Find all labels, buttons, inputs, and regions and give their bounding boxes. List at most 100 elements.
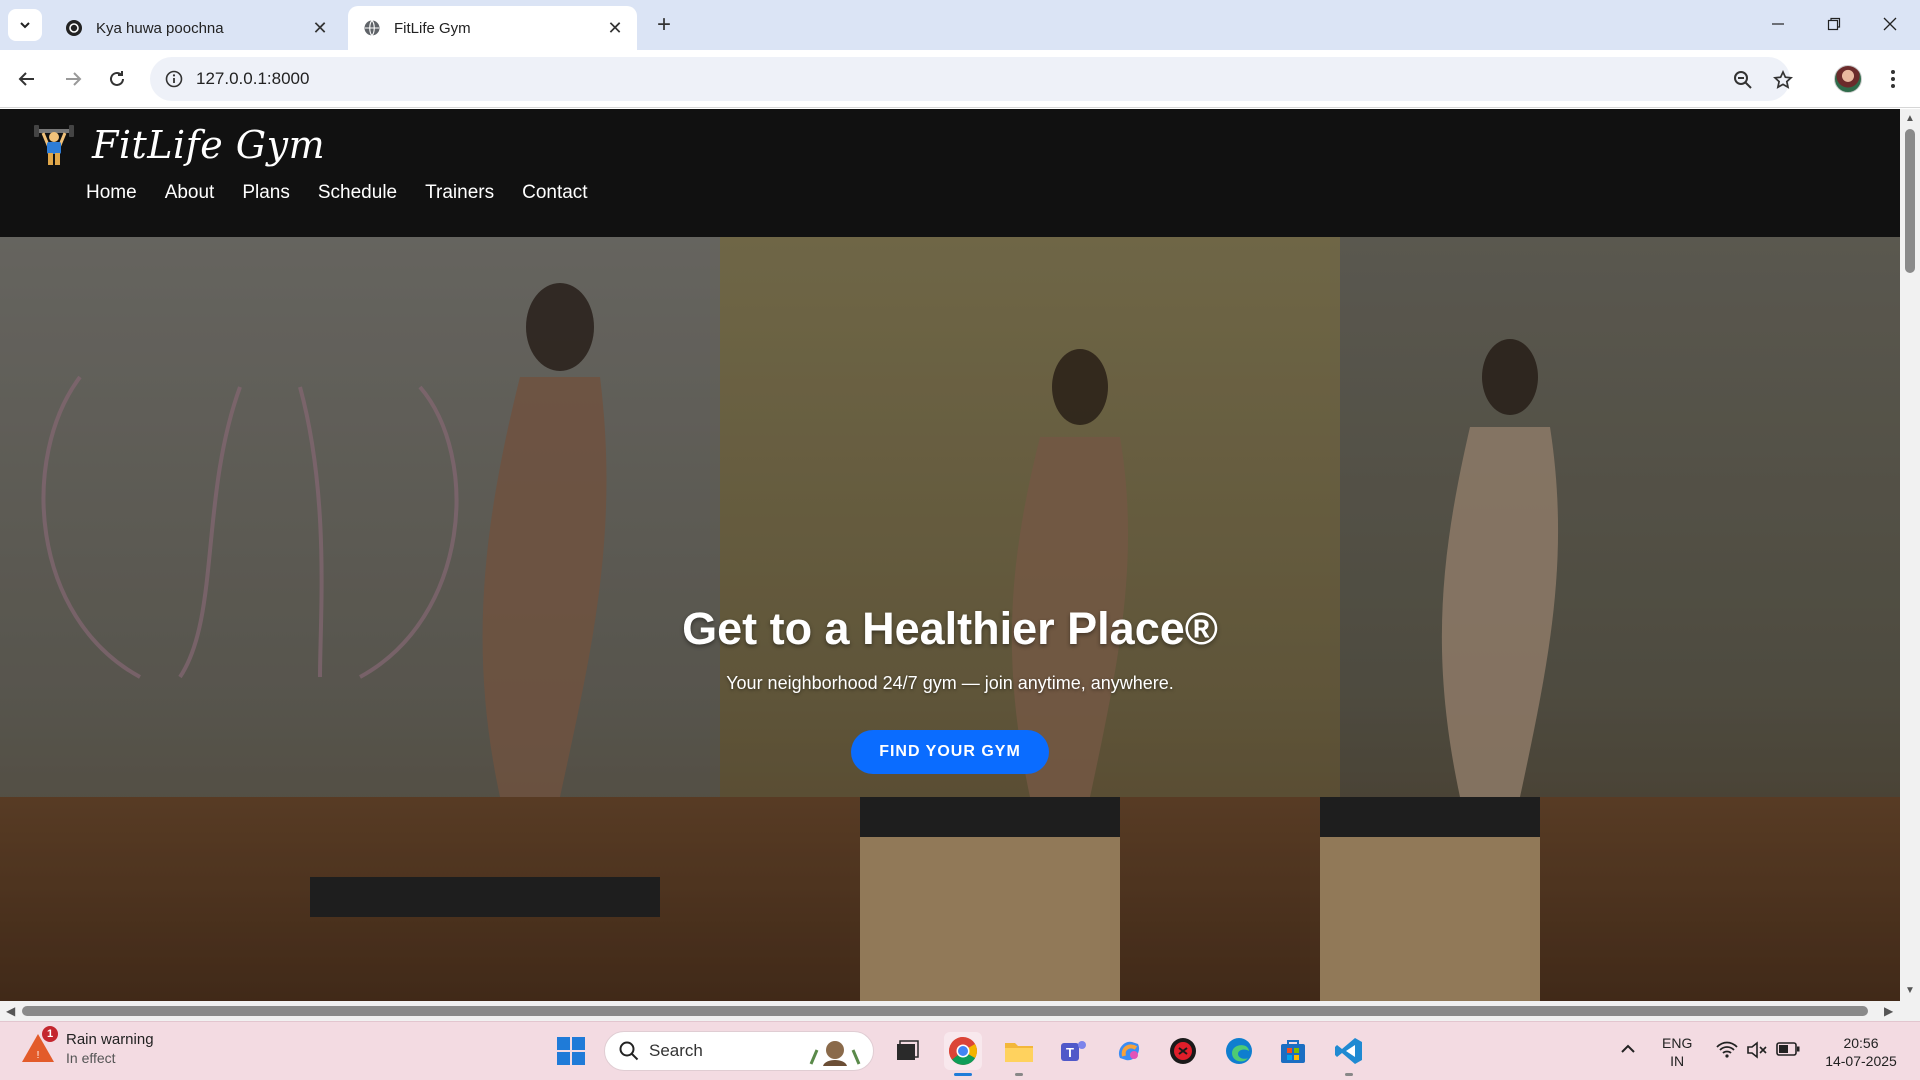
battery-icon[interactable] (1776, 1042, 1800, 1060)
horizontal-scroll-thumb[interactable] (22, 1006, 1868, 1016)
copilot-icon (1118, 1041, 1140, 1061)
search-icon (619, 1041, 639, 1061)
arrow-left-icon (18, 72, 34, 86)
new-tab-button[interactable]: + (650, 11, 678, 39)
vscode-button[interactable] (1330, 1032, 1368, 1070)
site-logo[interactable]: FitLife Gym (34, 123, 325, 167)
restore-button[interactable] (1806, 0, 1862, 48)
profile-avatar[interactable] (1834, 65, 1862, 93)
microsoft-store-button[interactable] (1274, 1032, 1312, 1070)
vscode-icon (1335, 1038, 1362, 1064)
volume-muted-icon[interactable] (1746, 1041, 1768, 1063)
taskbar-search[interactable]: Search (604, 1031, 874, 1071)
tab-title: Kya huwa poochna (96, 19, 224, 37)
tab-search-button[interactable] (8, 9, 42, 41)
store-icon (1281, 1040, 1305, 1063)
task-view-button[interactable] (888, 1032, 926, 1070)
weather-status: In effect (66, 1049, 116, 1066)
back-button[interactable] (10, 62, 44, 96)
vertical-scrollbar[interactable]: ▲ ▼ (1900, 109, 1920, 1001)
minimize-button[interactable] (1750, 0, 1806, 48)
wifi-icon[interactable] (1716, 1041, 1738, 1063)
chevron-down-icon (20, 22, 30, 29)
arrow-right-icon (66, 72, 82, 86)
hero-content: Get to a Healthier Place® Your neighborh… (0, 603, 1900, 774)
reload-icon (110, 71, 124, 86)
nav-schedule[interactable]: Schedule (318, 182, 397, 204)
running-indicator (1345, 1073, 1353, 1076)
file-explorer-button[interactable] (1000, 1032, 1038, 1070)
horizontal-scrollbar[interactable]: ◀ ▶ (0, 1001, 1920, 1021)
teams-button[interactable]: T (1054, 1032, 1092, 1070)
close-tab-icon[interactable]: ✕ (310, 18, 330, 38)
svg-text:T: T (1066, 1045, 1074, 1060)
scroll-right-icon[interactable]: ▶ (1884, 1004, 1893, 1018)
running-indicator (1015, 1073, 1023, 1076)
tab-strip: Kya huwa poochna ✕ FitLife Gym ✕ + (0, 0, 1920, 50)
scroll-left-icon[interactable]: ◀ (6, 1004, 15, 1018)
url-text: 127.0.0.1:8000 (196, 69, 310, 88)
weather-widget[interactable]: ! 1 Rain warning In effect (20, 1026, 154, 1066)
scroll-down-icon[interactable]: ▼ (1904, 985, 1916, 997)
web-viewport: FitLife Gym Home About Plans Schedule Tr… (0, 109, 1900, 1001)
copilot-button[interactable] (1110, 1032, 1148, 1070)
reload-button[interactable] (100, 62, 134, 96)
task-view-icon (897, 1040, 919, 1060)
taskbar: ! 1 Rain warning In effect Search T ENG … (0, 1021, 1920, 1080)
browser-toolbar: 127.0.0.1:8000 (0, 50, 1920, 108)
forward-button[interactable] (56, 62, 90, 96)
chrome-taskbar-button[interactable] (944, 1032, 982, 1070)
close-window-button[interactable] (1862, 0, 1918, 48)
nav-about[interactable]: About (165, 182, 215, 204)
hero-subtitle: Your neighborhood 24/7 gym — join anytim… (726, 673, 1174, 693)
warning-icon: ! 1 (20, 1026, 58, 1066)
notification-badge: 1 (42, 1026, 58, 1042)
search-highlight-icon (809, 1041, 861, 1066)
address-bar[interactable]: 127.0.0.1:8000 (150, 57, 1793, 101)
close-tab-icon[interactable]: ✕ (605, 18, 625, 38)
vertical-scroll-thumb[interactable] (1905, 129, 1915, 273)
region-code: IN (1670, 1053, 1685, 1069)
zoom-icon[interactable] (1730, 67, 1756, 93)
bookmark-star-icon[interactable] (1770, 67, 1796, 93)
weather-title: Rain warning (66, 1030, 154, 1048)
browser-menu-button[interactable] (1876, 62, 1910, 96)
language-indicator[interactable]: ENG IN (1662, 1034, 1692, 1070)
scroll-up-icon[interactable]: ▲ (1904, 113, 1916, 125)
system-clock[interactable]: 20:56 14-07-2025 (1816, 1034, 1906, 1070)
minimize-icon (1772, 23, 1784, 25)
edge-icon (1226, 1038, 1252, 1064)
teams-icon: T (1061, 1041, 1086, 1061)
language-code: ENG (1662, 1035, 1693, 1051)
show-hidden-icons[interactable] (1620, 1040, 1636, 1058)
running-indicator (954, 1073, 972, 1076)
restore-icon (1827, 17, 1841, 31)
site-header: FitLife Gym Home About Plans Schedule Tr… (0, 109, 1900, 237)
chrome-icon (949, 1037, 977, 1065)
nav-trainers[interactable]: Trainers (425, 182, 494, 204)
tab-fitlife-gym[interactable]: FitLife Gym ✕ (348, 6, 637, 50)
app-red-button[interactable] (1164, 1032, 1202, 1070)
chatgpt-icon (64, 18, 84, 38)
folder-icon (1005, 1043, 1033, 1062)
red-app-icon (1170, 1038, 1196, 1064)
edge-button[interactable] (1220, 1032, 1258, 1070)
clock-date: 14-07-2025 (1825, 1053, 1897, 1069)
nav-plans[interactable]: Plans (242, 182, 290, 204)
nav-contact[interactable]: Contact (522, 182, 587, 204)
svg-text:!: ! (37, 1050, 40, 1061)
hero-title: Get to a Healthier Place® (682, 603, 1218, 654)
chevron-up-icon (1621, 1044, 1635, 1053)
find-your-gym-button[interactable]: FIND YOUR GYM (851, 730, 1049, 774)
tab-kya-huwa-poochna[interactable]: Kya huwa poochna ✕ (50, 6, 342, 50)
start-button[interactable] (552, 1032, 590, 1070)
close-icon (1883, 17, 1897, 31)
hero-section: Get to a Healthier Place® Your neighborh… (0, 237, 1900, 1001)
weightlifter-icon (34, 125, 74, 165)
site-info-icon[interactable] (162, 67, 186, 91)
windows-icon (557, 1037, 585, 1065)
clock-time: 20:56 (1843, 1035, 1879, 1051)
main-nav: Home About Plans Schedule Trainers Conta… (86, 182, 616, 204)
nav-home[interactable]: Home (86, 182, 137, 204)
more-vertical-icon (1891, 70, 1895, 88)
